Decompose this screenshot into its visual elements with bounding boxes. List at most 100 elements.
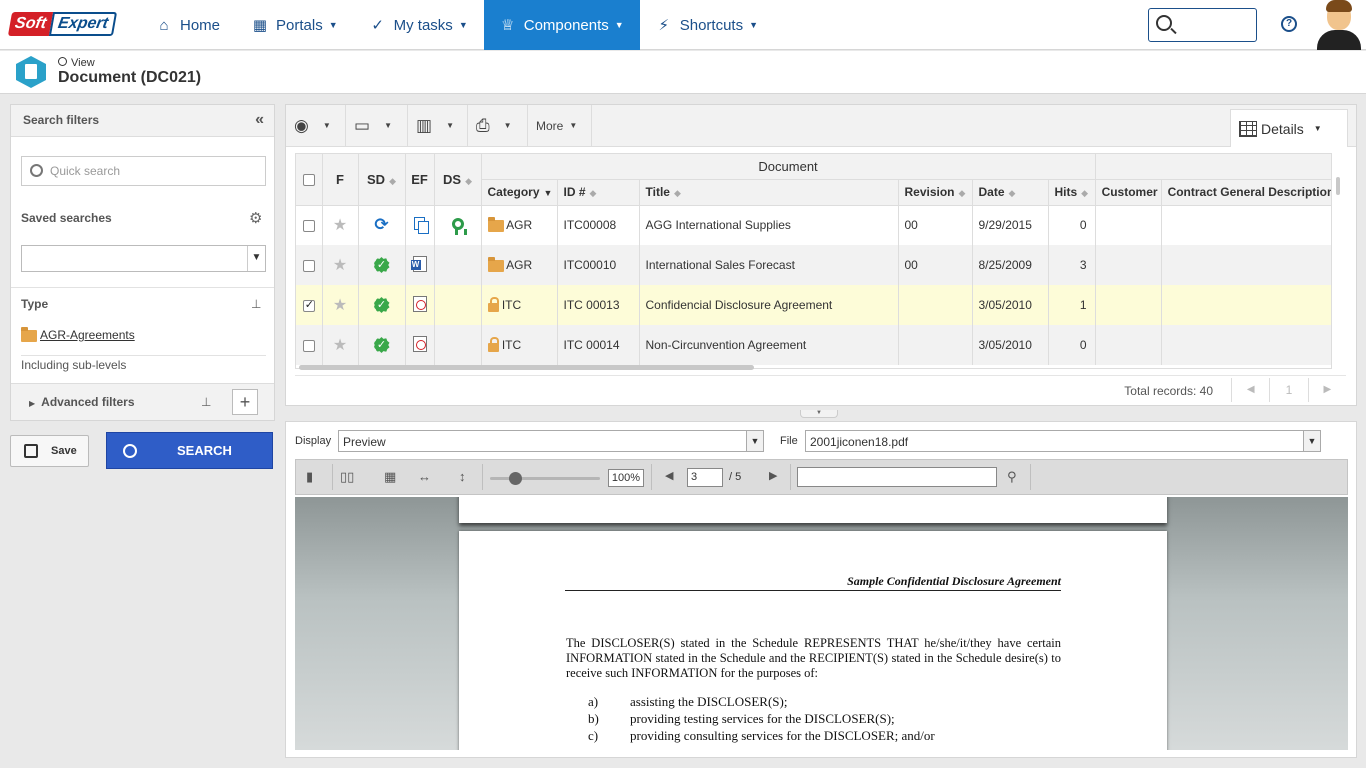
divider [21, 355, 266, 356]
clear-filter-icon[interactable]: ⊥ [251, 297, 261, 311]
row-checkbox[interactable] [302, 220, 315, 233]
page-header: View Document (DC021) [0, 51, 1366, 94]
sort-icon: ◆ [1008, 188, 1016, 198]
find-icon[interactable]: ⚲ [1007, 469, 1017, 485]
next-page-icon[interactable]: ▶ [769, 469, 777, 482]
row-checkbox[interactable] [302, 298, 315, 312]
zoom-level-input[interactable]: 100% [608, 469, 644, 487]
column-header-hits[interactable]: Hits ◆ [1048, 179, 1096, 206]
column-header-customer[interactable]: Customer [1095, 179, 1162, 206]
table-row[interactable]: ★ ✓ ITC ITC 00014 Non-Circunvention Agreeme… [296, 325, 1331, 365]
chart-menu-button[interactable]: ▥ ▼ [408, 105, 468, 146]
favorite-star-icon[interactable]: ★ [333, 217, 347, 234]
gear-icon[interactable]: ⚙ [249, 209, 262, 227]
file-label: File [780, 435, 798, 447]
type-filter-value[interactable]: AGR-Agreements [21, 326, 135, 342]
clear-filter-icon[interactable]: ⊥ [201, 395, 211, 409]
nav-components[interactable]: ♕ Components ▼ [483, 0, 640, 50]
next-page-button[interactable]: ▶ [1307, 378, 1346, 402]
logo-part2: Expert [48, 12, 118, 36]
column-header-ef[interactable]: EF [405, 154, 435, 206]
sync-icon: ⟳ [374, 215, 389, 235]
fit-height-icon[interactable]: ↕ [459, 469, 466, 484]
column-header-ds[interactable]: DS ◆ [434, 154, 482, 206]
help-icon[interactable]: ? [1281, 16, 1297, 32]
column-header-id[interactable]: ID # ◆ [557, 179, 640, 206]
pdf-file-icon [412, 335, 427, 352]
global-search-input[interactable] [1148, 8, 1257, 42]
add-filter-button[interactable]: + [232, 389, 258, 415]
nav-my-tasks[interactable]: ✓ My tasks ▼ [354, 0, 484, 50]
collapse-panel-icon[interactable]: « [255, 111, 264, 129]
cell-title: International Sales Forecast [639, 245, 899, 285]
column-header-date[interactable]: Date ◆ [972, 179, 1049, 206]
single-page-icon[interactable]: ▮ [306, 469, 313, 485]
panel-resize-handle[interactable]: ▼ [800, 410, 838, 418]
filters-header: Search filters « [11, 105, 274, 137]
vertical-scrollbar[interactable] [1336, 177, 1340, 195]
favorite-star-icon[interactable]: ★ [333, 257, 347, 274]
column-header-title[interactable]: Title ◆ [639, 179, 899, 206]
select-all-header[interactable] [296, 154, 323, 206]
prev-page-icon[interactable]: ◀ [665, 469, 673, 482]
cell-customer [1095, 285, 1162, 325]
nav-shortcuts[interactable]: ⚡ Shortcuts ▼ [640, 0, 774, 50]
favorite-star-icon[interactable]: ★ [333, 337, 347, 354]
quick-search-input[interactable]: Quick search [21, 156, 266, 186]
folder-icon [487, 217, 504, 233]
cell-contract [1161, 205, 1331, 245]
zoom-slider-knob[interactable] [509, 472, 522, 485]
nav-portals[interactable]: ▦ Portals ▼ [236, 0, 354, 50]
cell-id: ITC00008 [557, 205, 640, 245]
cell-category: ITC [481, 325, 558, 365]
column-header-f[interactable]: F [322, 154, 359, 206]
save-search-button[interactable]: Save [10, 435, 89, 467]
fit-width-icon[interactable]: ↔ [418, 469, 431, 484]
table-row[interactable]: ★ ⟳ AGR ITC00008 AGG International Supplies… [296, 205, 1331, 245]
table-icon [1239, 121, 1257, 137]
display-select[interactable]: Preview ▼ [338, 430, 764, 452]
page-number-input[interactable]: 3 [687, 468, 723, 487]
eye-icon: ◉ [294, 115, 309, 135]
cell-hits: 0 [1048, 205, 1096, 245]
advanced-filters-toggle[interactable]: ▶ Advanced filters ⊥ + [11, 383, 274, 420]
softexpert-logo[interactable]: Soft Expert [7, 12, 118, 36]
select-all-checkbox[interactable] [302, 174, 315, 187]
table-row[interactable]: ★ ✓ AGRITC00010International Sales Foreca… [296, 245, 1331, 285]
saved-searches-select[interactable]: ▼ [21, 245, 266, 272]
file-value: 2001jiconen18.pdf [810, 435, 909, 449]
row-checkbox[interactable] [302, 259, 315, 272]
pdf-viewer[interactable]: Sample Confidential Disclosure Agreement… [295, 497, 1348, 750]
column-header-sd[interactable]: SD ◆ [358, 154, 406, 206]
copy-file-icon [414, 217, 429, 235]
column-header-contract[interactable]: Contract General Description [1161, 179, 1331, 206]
search-button[interactable]: SEARCH [106, 432, 273, 469]
two-page-icon[interactable]: ▯▯ [340, 469, 354, 485]
horizontal-scrollbar[interactable] [299, 365, 754, 370]
zoom-slider[interactable] [490, 472, 600, 485]
more-menu-button[interactable]: More ▼ [528, 105, 592, 146]
cell-date: 9/29/2015 [972, 205, 1049, 245]
details-view-tab[interactable]: Details ▼ [1230, 109, 1348, 147]
prev-page-button[interactable]: ◀ [1231, 378, 1269, 402]
nav-home[interactable]: ⌂ Home [140, 0, 236, 50]
find-text-input[interactable] [797, 467, 997, 487]
column-header-revision[interactable]: Revision ◆ [898, 179, 973, 206]
column-header-category[interactable]: Category ▼ [481, 179, 558, 206]
print-menu-button[interactable]: ⎙ ▼ [468, 105, 528, 146]
preview-menu-button[interactable]: ▭ ▼ [346, 105, 408, 146]
approved-badge-icon: ✓ [373, 297, 390, 313]
cell-title: Confidencial Disclosure Agreement [639, 285, 899, 325]
table-row[interactable]: ★ ✓ ITCITC 00013Confidencial Disclosure A… [296, 285, 1331, 325]
thumbnails-icon[interactable]: ▦ [384, 469, 396, 485]
user-avatar[interactable] [1314, 0, 1366, 50]
file-select[interactable]: 2001jiconen18.pdf ▼ [805, 430, 1321, 452]
sort-icon: ◆ [589, 188, 597, 198]
caret-right-icon: ▶ [29, 399, 36, 408]
row-checkbox[interactable] [302, 339, 315, 352]
cell-title: AGG International Supplies [639, 205, 899, 245]
favorite-star-icon[interactable]: ★ [333, 297, 347, 314]
cell-category: ITC [481, 285, 558, 325]
view-menu-button[interactable]: ◉ ▼ [286, 105, 346, 146]
top-navbar: Soft Expert ⌂ Home ▦ Portals ▼ ✓ My tasks ▼ ♕ Com… [0, 0, 1366, 50]
